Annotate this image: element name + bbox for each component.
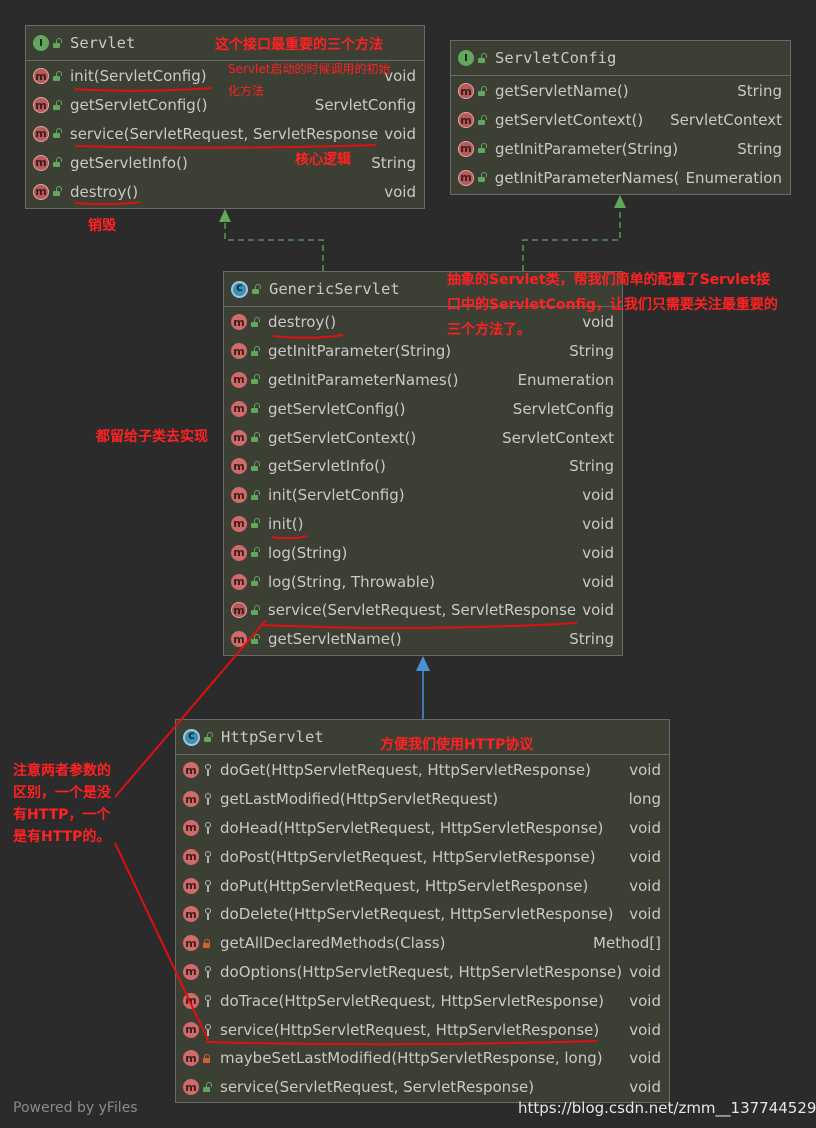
params-annotation: 注意两者参数的区别，一个是没有HTTP，一个是有HTTP的。 (13, 763, 111, 845)
implements-config-arrowhead (614, 195, 626, 208)
extends-generic-arrowhead (416, 656, 430, 671)
http-annotation: 方便我们使用HTTP协议 (380, 737, 534, 753)
diagram-overlay (74, 87, 626, 1046)
service-annotation: 核心逻辑 (295, 152, 351, 168)
powered-by-label: Powered by yFiles (13, 1100, 138, 1116)
underline-generic-destroy (272, 334, 344, 339)
implements-servlet-edge (224, 212, 324, 271)
underline-destroy (74, 201, 141, 206)
implements-config-edge (522, 198, 621, 271)
init-annotation: Servlet启动的时候调用的初始化方法 (228, 62, 391, 98)
source-url-watermark: https://blog.csdn.net/zmm__1377445292 (518, 1099, 816, 1117)
underline-init (74, 87, 213, 92)
underline-service (74, 144, 377, 149)
pointer-to-http-service (114, 842, 209, 1041)
implements-servlet-arrowhead (219, 209, 231, 222)
destroy-annotation: 销毁 (88, 218, 116, 234)
pointer-to-generic-service (114, 619, 267, 798)
underline-generic-init (271, 535, 308, 540)
underline-generic-service (261, 622, 578, 630)
generic-servlet-annotation: 抽象的Servlet类，帮我们简单的配置了Servlet接口中的ServletC… (447, 272, 778, 338)
subclass-annotation: 都留给子类去实现 (96, 429, 208, 445)
underline-http-service (205, 1040, 598, 1046)
servlet-title-annotation: 这个接口最重要的三个方法 (215, 37, 383, 53)
